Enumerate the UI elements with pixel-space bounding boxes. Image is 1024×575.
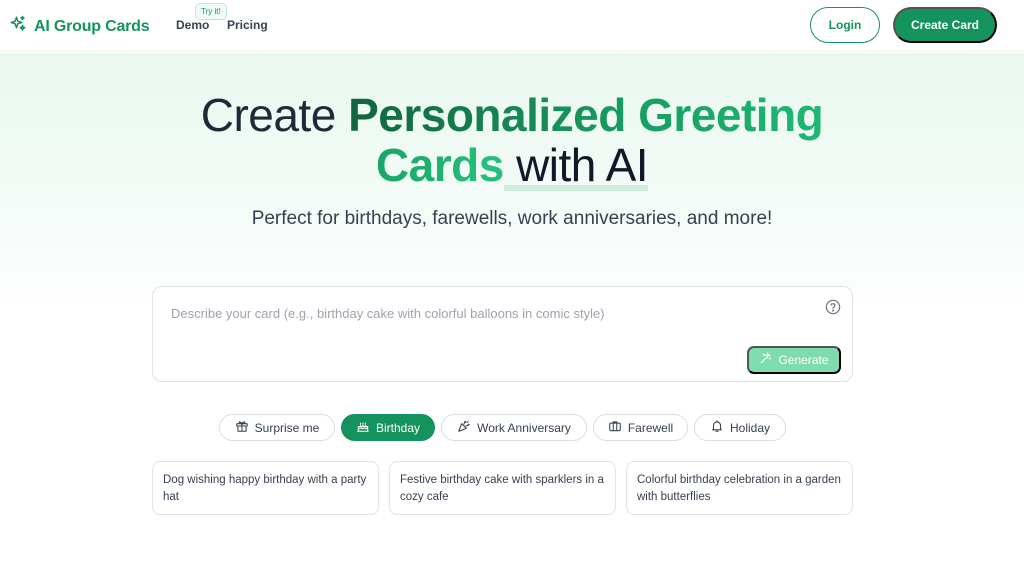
sparkles-icon xyxy=(9,15,27,38)
hero-title-highlight1: Personalized Greeting xyxy=(348,89,824,141)
occasion-chip-farewell[interactable]: Farewell xyxy=(593,414,688,441)
briefcase-icon xyxy=(608,419,622,436)
suggestion-card-3[interactable]: Colorful birthday celebration in a garde… xyxy=(626,461,853,515)
occasion-label: Surprise me xyxy=(254,420,320,435)
hero-title-highlight2: Cards xyxy=(375,139,504,191)
card-prompt-box: Generate xyxy=(152,286,853,382)
cake-icon xyxy=(356,419,370,436)
occasion-chip-surprise-me[interactable]: Surprise me xyxy=(219,414,335,441)
help-circle-icon[interactable] xyxy=(825,299,841,315)
occasion-chip-work-anniversary[interactable]: Work Anniversary xyxy=(441,414,587,441)
brand-logo[interactable]: AI Group Cards xyxy=(9,15,150,38)
occasion-label: Farewell xyxy=(627,420,674,435)
suggestion-card-2[interactable]: Festive birthday cake with sparklers in … xyxy=(389,461,616,515)
gift-icon xyxy=(235,419,249,436)
nav-link-demo[interactable]: Demo xyxy=(176,18,209,32)
hero-title: Create Personalized Greeting Cards with … xyxy=(0,90,1024,190)
occasion-label: Holiday xyxy=(729,420,771,435)
occasion-label: Birthday xyxy=(375,420,421,435)
hero-title-part2: with AI xyxy=(503,139,649,191)
top-navigation-bar: AI Group Cards Try it! Demo Pricing Logi… xyxy=(0,0,1024,52)
nav-link-pricing[interactable]: Pricing xyxy=(227,18,268,32)
generate-button[interactable]: Generate xyxy=(747,346,841,374)
occasion-chip-holiday[interactable]: Holiday xyxy=(694,414,786,441)
party-popper-icon xyxy=(457,419,471,436)
occasion-label: Work Anniversary xyxy=(477,420,571,435)
generate-label: Generate xyxy=(778,353,829,367)
card-description-input[interactable] xyxy=(171,301,811,325)
hero-title-part1: Create xyxy=(200,89,349,141)
create-card-button[interactable]: Create Card xyxy=(893,7,997,43)
occasion-chip-birthday[interactable]: Birthday xyxy=(341,414,435,441)
hero-subtitle: Perfect for birthdays, farewells, work a… xyxy=(251,208,773,229)
login-button[interactable]: Login xyxy=(810,7,880,43)
bell-icon xyxy=(710,419,724,436)
brand-name: AI Group Cards xyxy=(34,17,150,35)
magic-wand-icon xyxy=(759,352,772,368)
suggestion-card-1[interactable]: Dog wishing happy birthday with a party … xyxy=(152,461,379,515)
